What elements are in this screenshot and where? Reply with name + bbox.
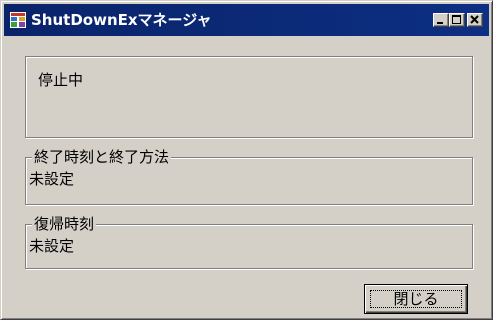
resume-time-groupbox: 復帰時刻 未設定 xyxy=(25,214,473,269)
shutdown-time-legend: 終了時刻と終了方法 xyxy=(32,147,172,167)
main-window: ShutDownExマネージャ 停止中 終了時刻と終了方法 未設定 復帰時刻 未… xyxy=(0,0,493,320)
app-window-icon[interactable] xyxy=(10,12,26,28)
status-panel: 停止中 xyxy=(25,56,473,138)
maximize-icon xyxy=(452,15,461,24)
close-button[interactable]: 閉じる xyxy=(364,284,468,314)
status-text: 停止中 xyxy=(38,71,84,89)
resume-time-legend: 復帰時刻 xyxy=(32,214,97,234)
close-icon xyxy=(470,15,479,24)
shutdown-time-groupbox: 終了時刻と終了方法 未設定 xyxy=(25,147,473,205)
resume-time-value: 未設定 xyxy=(29,237,75,255)
minimize-icon xyxy=(437,22,443,24)
close-window-button[interactable] xyxy=(467,13,483,27)
maximize-button[interactable] xyxy=(449,13,465,27)
minimize-button[interactable] xyxy=(433,13,449,27)
shutdown-time-value: 未設定 xyxy=(29,170,75,188)
close-button-label: 閉じる xyxy=(393,290,439,308)
window-title: ShutDownExマネージャ xyxy=(31,11,212,29)
title-bar[interactable]: ShutDownExマネージャ xyxy=(4,4,489,36)
